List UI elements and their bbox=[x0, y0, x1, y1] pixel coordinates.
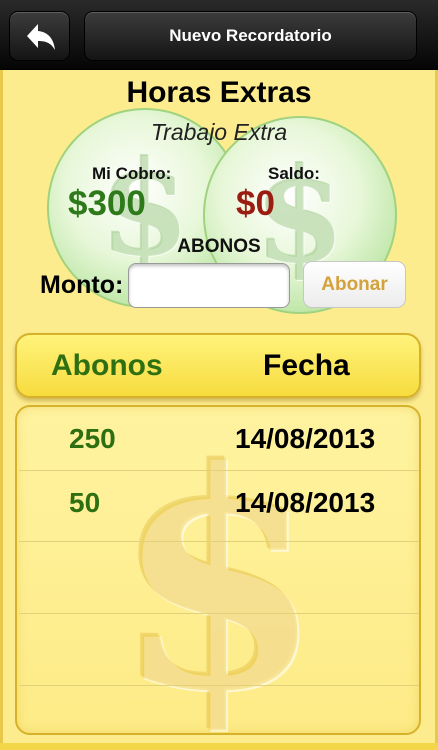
nav-title-box: Nuevo Recordatorio bbox=[84, 11, 417, 61]
abonar-button[interactable]: Abonar bbox=[303, 261, 406, 308]
page-subtitle: Trabajo Extra bbox=[150, 119, 288, 145]
column-header-abonos: Abonos bbox=[51, 349, 163, 382]
table-row[interactable]: 50 14/08/2013 bbox=[17, 471, 419, 543]
page-title: Horas Extras bbox=[126, 76, 312, 109]
row-amount: 50 bbox=[69, 487, 101, 518]
saldo-value: $0 bbox=[236, 184, 275, 223]
cobro-value: $300 bbox=[68, 184, 146, 223]
monto-input[interactable] bbox=[128, 263, 290, 308]
back-arrow-icon bbox=[27, 24, 55, 50]
abonos-table: $ 250 14/08/2013 50 14/08/2013 bbox=[15, 405, 421, 735]
saldo-label: Saldo: bbox=[268, 164, 320, 183]
app-root: Nuevo Recordatorio $ $ Horas Extras Trab… bbox=[0, 0, 438, 750]
cobro-label: Mi Cobro: bbox=[92, 164, 172, 183]
back-button[interactable] bbox=[9, 11, 70, 61]
row-divider bbox=[19, 613, 419, 614]
row-divider bbox=[19, 685, 419, 686]
abonos-heading: ABONOS bbox=[177, 236, 261, 257]
nav-title: Nuevo Recordatorio bbox=[169, 26, 332, 45]
row-date: 14/08/2013 bbox=[235, 423, 376, 454]
row-amount: 250 bbox=[69, 423, 116, 454]
bottom-edge bbox=[0, 743, 438, 750]
row-divider bbox=[19, 541, 419, 542]
column-header-fecha: Fecha bbox=[263, 349, 350, 382]
table-row[interactable]: 250 14/08/2013 bbox=[17, 407, 419, 479]
row-date: 14/08/2013 bbox=[235, 487, 376, 518]
monto-label: Monto: bbox=[40, 271, 124, 299]
navigation-bar: Nuevo Recordatorio bbox=[0, 0, 438, 70]
